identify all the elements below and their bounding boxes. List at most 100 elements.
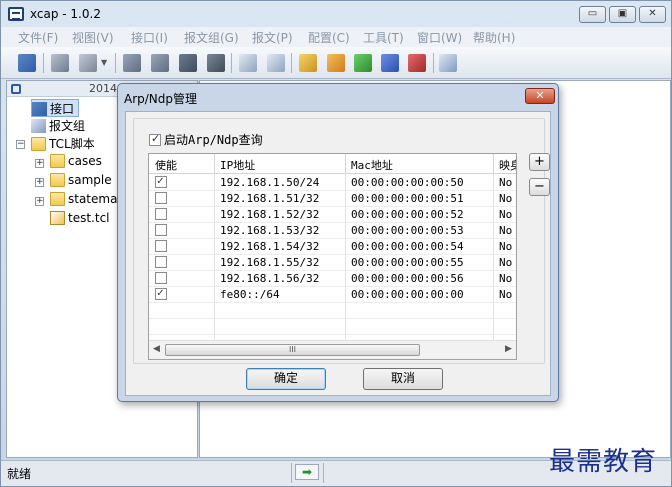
menu-interface[interactable]: 接口(I) [131,29,168,46]
table-row[interactable]: 192.168.1.53/32 00:00:00:00:00:53 No [149,223,516,239]
row-map: No [499,272,513,285]
table-row[interactable]: 192.168.1.51/32 00:00:00:00:00:51 No [149,191,516,207]
status-divider [323,463,324,483]
receive-icon[interactable] [151,54,169,72]
enable-query-checkbox[interactable] [149,132,161,146]
enable-query-row[interactable]: 启动Arp/Ndp查询 [149,131,263,147]
tree-node-tcl-script[interactable]: TCL脚本 [31,135,95,153]
tree-node-statemac[interactable]: statemac [50,192,124,210]
window-icon[interactable] [239,54,257,72]
file-icon [50,211,65,225]
menu-view[interactable]: 视图(V) [72,29,114,46]
maximize-button[interactable]: ▣ [609,6,636,23]
toolbar-separator [231,53,232,73]
toolbar-separator [291,53,292,73]
title-bar: xcap - 1.0.2 ▭ ▣ ✕ [1,1,671,27]
status-text: 就绪 [7,467,32,481]
window-list-icon[interactable] [267,54,285,72]
row-enable-checkbox[interactable] [155,174,167,188]
menu-packet[interactable]: 报文(P) [252,29,293,46]
scroll-thumb[interactable]: III [165,344,420,356]
row-ip: 192.168.1.54/32 [220,240,320,253]
toolbar-separator [43,53,44,73]
bar-chart-icon[interactable] [381,54,399,72]
add-entry-button[interactable]: + [529,153,550,171]
row-enable-checkbox[interactable] [155,256,167,268]
column-map[interactable]: 映身 [499,157,516,173]
column-divider[interactable] [345,154,346,174]
tree-node-test-tcl[interactable]: test.tcl [50,211,110,229]
capture-icon[interactable] [179,54,197,72]
scroll-right-icon[interactable]: ▶ [505,344,512,354]
column-ip[interactable]: IP地址 [220,157,255,173]
column-divider[interactable] [493,154,494,174]
tree-node-cases[interactable]: cases [50,154,102,172]
chevron-down-icon[interactable]: ▼ [101,54,111,72]
scroll-left-icon[interactable]: ◀ [153,344,160,354]
menu-help[interactable]: 帮助(H) [473,29,515,46]
row-ip: fe80::/64 [220,288,280,301]
interface-tool-icon[interactable] [18,54,36,72]
book-icon[interactable] [207,54,225,72]
row-enable-checkbox[interactable] [155,272,167,284]
row-enable-checkbox[interactable] [155,224,167,236]
table-row[interactable]: fe80::/64 00:00:00:00:00:00 No [149,286,516,303]
dialog-close-button[interactable]: ✕ [525,88,555,104]
row-ip: 192.168.1.52/32 [220,208,320,221]
row-enable-checkbox[interactable] [155,240,167,252]
table-row[interactable]: 192.168.1.55/32 00:00:00:00:00:55 No [149,255,516,271]
tree-node-label: 接口 [50,102,75,116]
tree-node-label: cases [68,154,102,168]
cancel-button[interactable]: 取消 [363,368,443,390]
row-map: No [499,176,513,189]
menu-window[interactable]: 窗口(W) [417,29,462,46]
row-mac: 00:00:00:00:00:52 [351,208,464,221]
column-mac[interactable]: Mac地址 [351,157,393,173]
row-mac: 00:00:00:00:00:50 [351,176,464,189]
plug-icon[interactable] [51,54,69,72]
horizontal-scrollbar[interactable]: ◀ III ▶ [149,340,516,359]
menu-file[interactable]: 文件(F) [18,29,58,46]
enable-query-label: 启动Arp/Ndp查询 [164,133,263,147]
menu-config[interactable]: 配置(C) [308,29,350,46]
tree-node-interface[interactable]: 接口 [31,99,80,117]
folder-icon [50,192,65,206]
row-ip: 192.168.1.53/32 [220,224,320,237]
row-mac: 00:00:00:00:00:51 [351,192,464,205]
minimize-button[interactable]: ▭ [579,6,606,23]
plug-dropdown-icon[interactable] [79,54,97,72]
tree-expander[interactable]: + [35,159,44,168]
menu-packet-group[interactable]: 报文组(G) [184,29,239,46]
row-map: No [499,256,513,269]
menu-tools[interactable]: 工具(T) [363,29,404,46]
chat-icon[interactable] [439,54,457,72]
column-divider[interactable] [214,154,215,174]
export-icon[interactable] [354,54,372,72]
table-row[interactable]: 192.168.1.56/32 00:00:00:00:00:56 No [149,271,516,287]
row-mac: 00:00:00:00:00:56 [351,272,464,285]
tree-expander[interactable]: + [35,197,44,206]
arrow-right-icon: ➡ [295,464,319,480]
align-icon[interactable] [327,54,345,72]
row-map: No [499,192,513,205]
row-ip: 192.168.1.56/32 [220,272,320,285]
close-button[interactable]: ✕ [639,6,666,23]
row-mac: 00:00:00:00:00:00 [351,288,464,301]
remove-entry-button[interactable]: − [529,178,550,196]
ok-button[interactable]: 确定 [246,368,326,390]
tree-node-sample[interactable]: sample [50,173,112,191]
table-row[interactable]: 192.168.1.54/32 00:00:00:00:00:54 No [149,239,516,255]
tree-expander[interactable]: − [16,140,25,149]
table-row[interactable]: 192.168.1.50/24 00:00:00:00:00:50 No [149,174,516,191]
tree-node-packet-group[interactable]: 报文组 [31,117,85,135]
row-enable-checkbox[interactable] [155,192,167,204]
table-row[interactable]: 192.168.1.52/32 00:00:00:00:00:52 No [149,207,516,223]
column-enable[interactable]: 使能 [155,157,177,173]
row-enable-checkbox[interactable] [155,286,167,300]
tree-expander[interactable]: + [35,178,44,187]
row-enable-checkbox[interactable] [155,208,167,220]
edit-icon[interactable] [299,54,317,72]
send-icon[interactable] [123,54,141,72]
cube-icon[interactable] [408,54,426,72]
row-mac: 00:00:00:00:00:53 [351,224,464,237]
